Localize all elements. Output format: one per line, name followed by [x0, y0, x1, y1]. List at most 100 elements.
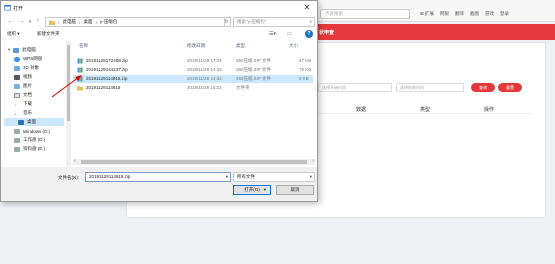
file-row[interactable]: 20191129144247.zip 2019/11/29 14:42 360压… [73, 66, 313, 74]
sidebar-item-pictures[interactable]: 图片 [14, 82, 32, 90]
sidebar-item-label: 文档 [23, 92, 32, 97]
zip-file-icon [77, 58, 83, 64]
preview-pane-icon[interactable]: ▭ [287, 31, 292, 37]
sidebar-item-label: 图片 [23, 83, 32, 88]
new-folder-button[interactable]: 新建文件夹 [37, 31, 60, 37]
table-header-data: 数据 [356, 107, 367, 113]
sidebar-item-label: 视频 [23, 74, 32, 79]
bookmark-item[interactable]: 网银 [440, 11, 449, 17]
column-size[interactable]: 大小 [289, 43, 298, 49]
file-date: 2019/11/29 17:24 [187, 58, 222, 63]
sidebar-scrollbar[interactable] [66, 41, 71, 166]
help-icon[interactable]: ? [305, 30, 313, 38]
reset-button[interactable]: 重置 [498, 83, 522, 92]
start-time-input[interactable]: 选择开始时间 [318, 83, 392, 92]
column-date[interactable]: 修改日期 [187, 43, 205, 49]
file-row[interactable]: 20191129114915 2019/11/29 15:22 文件夹 [73, 84, 313, 92]
cancel-button[interactable]: 取消 [276, 185, 314, 195]
browser-search-input[interactable]: 点此搜索 [320, 9, 410, 19]
sidebar-item-label: Windows (C:) [23, 128, 51, 134]
file-date: 2019/11/29 14:42 [187, 67, 222, 72]
breadcrumb-item[interactable]: 桌面 [84, 19, 93, 25]
file-type: 360压缩 ZIP 文件 [236, 58, 271, 63]
sidebar-item-documents[interactable]: 文档 [14, 91, 32, 99]
up-button[interactable]: ↑ [34, 17, 42, 27]
dialog-titlebar: 打开 ✕ [1, 1, 317, 15]
page-header-title: 状申查 [319, 30, 335, 36]
sidebar-item-music[interactable]: ♪ 音乐 [14, 109, 32, 117]
file-type-value: 所有文件 [237, 174, 255, 179]
file-list: 名称 修改日期 类型 大小 20191129172408.zip 2019/11… [73, 41, 315, 159]
sidebar-scrollbar-thumb[interactable] [67, 45, 70, 121]
sidebar-item-drive-e[interactable]: 资料盘 (E:) [14, 145, 45, 153]
bookmark-item[interactable]: ⊞ 扩展 [420, 11, 434, 17]
file-date: 2019/11/29 15:22 [187, 85, 222, 90]
breadcrumb-separator: › [79, 19, 81, 25]
zip-file-icon [77, 67, 83, 73]
drive-icon [14, 137, 20, 143]
back-button[interactable]: ← [7, 17, 15, 27]
file-type: 360压缩 ZIP 文件 [236, 76, 271, 81]
forward-button[interactable]: → [17, 17, 25, 27]
view-options-icon[interactable]: ☰▾ [269, 31, 276, 37]
chevron-down-icon: ▾ [309, 174, 312, 179]
sidebar-item-desktop[interactable]: 桌面 [4, 118, 64, 126]
sidebar-item-wps-cloud[interactable]: WPS网盘 [14, 55, 42, 63]
address-bar[interactable]: › 此电脑 › 桌面 › y-压缩包 [45, 17, 225, 27]
column-name[interactable]: 名称 [79, 43, 88, 49]
filename-input[interactable]: 20191129114915.zip ▾ [85, 172, 231, 182]
file-size: 75 KB [299, 67, 312, 72]
chevron-down-icon[interactable]: ▾ [264, 186, 266, 194]
file-list-horizontal-scrollbar[interactable]: ‹ › [73, 158, 315, 165]
bookmark-item[interactable]: 登录 [500, 11, 509, 17]
command-toolbar: 组织 ▾ 新建文件夹 ☰▾ ▭ [1, 29, 317, 39]
recent-dropdown[interactable]: ▾ [26, 17, 34, 27]
folder-search-input[interactable]: 搜索"y-压缩包" ⌕ [233, 17, 315, 27]
query-button[interactable]: 查询 [471, 83, 495, 92]
app-icon [4, 4, 11, 11]
breadcrumb-item[interactable]: 此电脑 [63, 19, 77, 25]
dialog-title: 打开 [13, 6, 24, 12]
computer-icon [13, 47, 20, 53]
breadcrumb-separator: › [95, 19, 98, 25]
cube-icon [14, 65, 20, 71]
breadcrumb-item[interactable]: y-压缩包 [100, 19, 117, 25]
search-icon: ⌕ [309, 19, 312, 24]
filename-value: 20191129114915.zip [89, 174, 131, 179]
sidebar-item-label: 桌面 [27, 119, 36, 124]
chevron-down-icon: ▾ [8, 47, 11, 52]
arrow-right-icon: → [17, 18, 25, 25]
folder-icon [77, 86, 83, 91]
sidebar-item-label: 下载 [23, 101, 32, 106]
chevron-left-icon[interactable]: ‹ [74, 158, 76, 164]
sidebar-item-label: 工作盘 (D:) [23, 137, 46, 142]
column-type[interactable]: 类型 [236, 43, 245, 49]
file-name: 20191129114915.zip [86, 76, 128, 81]
bookmark-item[interactable]: 截图 [470, 11, 479, 17]
file-name: 20191129114915 [86, 85, 121, 90]
sidebar-item-3d-objects[interactable]: 3D 对象 [14, 64, 39, 72]
open-button[interactable]: 打开(O) ▾ [233, 185, 271, 195]
refresh-button[interactable]: ↻ [223, 17, 231, 27]
horizontal-scrollbar-thumb[interactable] [81, 160, 307, 164]
chevron-down-icon[interactable]: ▾ [226, 173, 228, 181]
breadcrumb-separator: › [58, 19, 60, 25]
bookmark-item[interactable]: 游戏 [485, 11, 494, 17]
bookmark-item[interactable]: 翻译 [455, 11, 464, 17]
desktop-icon [18, 119, 24, 125]
sidebar-item-downloads[interactable]: ↓ 下载 [14, 100, 32, 108]
chevron-right-icon[interactable]: › [312, 158, 314, 164]
sidebar-item-drive-d[interactable]: 工作盘 (D:) [14, 136, 45, 144]
close-button[interactable]: ✕ [301, 3, 313, 13]
end-time-input[interactable]: 选择结束时间 [396, 83, 464, 92]
organize-button[interactable]: 组织 ▾ [7, 31, 20, 37]
file-type-select[interactable]: 所有文件 ▾ [233, 172, 315, 182]
sidebar-item-videos[interactable]: 视频 [14, 73, 32, 81]
file-row[interactable]: 20191129172408.zip 2019/11/29 17:24 360压… [73, 57, 313, 65]
sidebar-item-drive-c[interactable]: Windows (C:) [14, 127, 50, 135]
open-button-label: 打开(O) [244, 187, 260, 192]
file-row-selected[interactable]: 20191129114915.zip 2019/11/29 14:34 360压… [73, 75, 313, 83]
document-icon [14, 92, 20, 98]
sidebar-item-this-pc[interactable]: ▾ 此电脑 [8, 46, 36, 54]
chevron-down-icon: ▾ [28, 19, 32, 25]
